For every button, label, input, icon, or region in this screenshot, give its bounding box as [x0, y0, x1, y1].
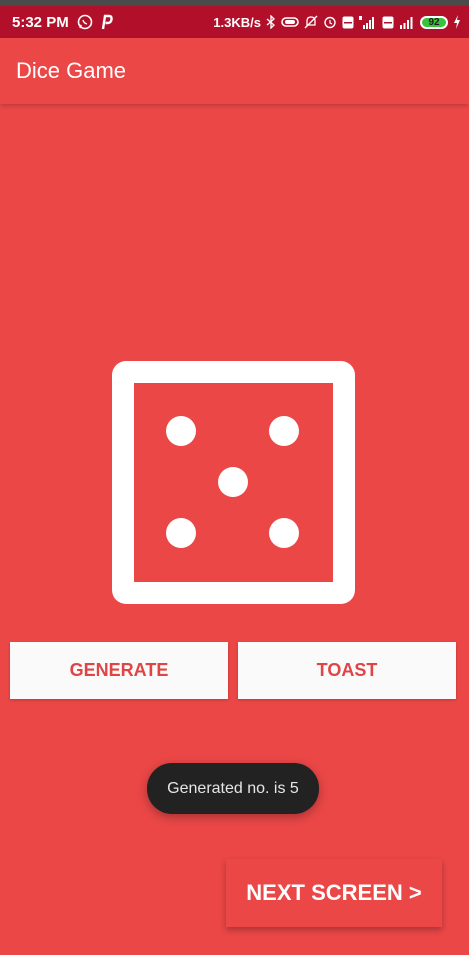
next-screen-button[interactable]: NEXT SCREEN > — [226, 859, 442, 927]
status-bar: 5:32 PM 1.3KB/s 92 — [0, 6, 469, 38]
signal-icon — [399, 15, 415, 29]
generate-button[interactable]: GENERATE — [10, 642, 228, 699]
charging-icon — [453, 15, 461, 29]
volte-icon — [382, 16, 394, 29]
toast-button[interactable]: TOAST — [238, 642, 456, 699]
dice-pip-top-left — [166, 416, 196, 446]
dice-image — [112, 361, 355, 604]
bluetooth-icon — [266, 15, 276, 29]
dice-pip-top-right — [269, 416, 299, 446]
volte-icon — [342, 16, 354, 29]
silent-icon — [304, 15, 318, 29]
dice-pip-bottom-left — [166, 518, 196, 548]
headset-icon — [281, 16, 299, 28]
p-app-icon — [101, 14, 113, 30]
alarm-icon — [323, 15, 337, 29]
whatsapp-icon — [77, 14, 93, 30]
battery-icon: 92 — [420, 15, 448, 29]
app-title: Dice Game — [16, 58, 127, 83]
network-speed: 1.3KB/s — [213, 14, 261, 30]
toast-message: Generated no. is 5 — [147, 763, 319, 814]
status-time: 5:32 PM — [12, 13, 69, 31]
dice-pip-bottom-right — [269, 518, 299, 548]
signal-4g-icon — [359, 15, 377, 29]
dice-pip-center — [218, 467, 248, 497]
app-bar: Dice Game — [0, 38, 469, 104]
